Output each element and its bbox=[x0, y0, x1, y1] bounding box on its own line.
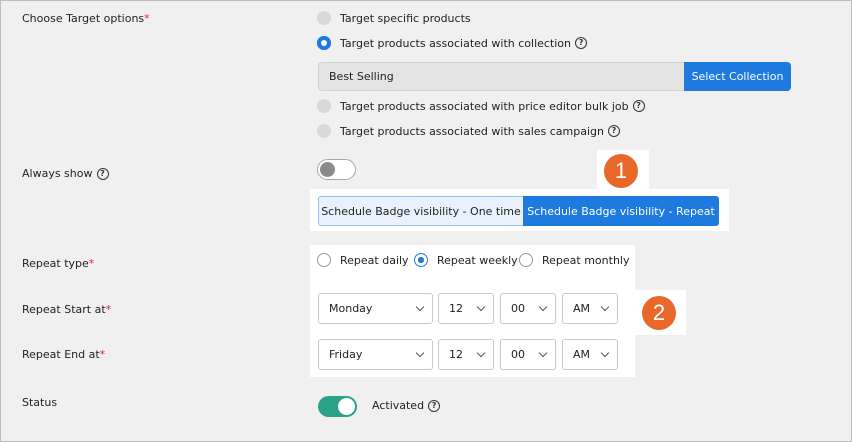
end-minute-select[interactable]: 00 bbox=[500, 339, 556, 370]
required-mark: * bbox=[88, 257, 95, 270]
radio-selected[interactable] bbox=[414, 253, 428, 267]
repeat-start-label: Repeat Start at* bbox=[22, 303, 112, 316]
select-collection-button[interactable]: Select Collection bbox=[684, 62, 791, 91]
radio-unselected[interactable] bbox=[317, 124, 331, 138]
repeat-weekly-option[interactable]: Repeat weekly bbox=[414, 253, 518, 267]
help-icon[interactable]: ? bbox=[428, 400, 441, 412]
end-period-select[interactable]: AM bbox=[562, 339, 618, 370]
status-toggle[interactable] bbox=[318, 396, 357, 417]
chevron-down-icon bbox=[538, 302, 548, 312]
annotation-badge-1: 1 bbox=[604, 154, 638, 188]
repeat-type-label: Repeat type* bbox=[22, 257, 95, 270]
repeat-daily-option[interactable]: Repeat daily bbox=[317, 253, 409, 267]
radio-selected[interactable] bbox=[317, 36, 331, 50]
toggle-knob bbox=[320, 162, 335, 177]
end-hour-select[interactable]: 12 bbox=[438, 339, 494, 370]
option-label: Target products associated with price ed… bbox=[340, 99, 629, 113]
repeat-end-label: Repeat End at* bbox=[22, 348, 106, 361]
start-period-select[interactable]: AM bbox=[562, 293, 618, 324]
end-day-select[interactable]: Friday bbox=[318, 339, 433, 370]
settings-panel: Choose Target options* Target specific p… bbox=[0, 0, 852, 442]
target-option-sales-campaign[interactable]: Target products associated with sales ca… bbox=[317, 124, 620, 138]
required-mark: * bbox=[105, 303, 112, 316]
option-label: Target products associated with collecti… bbox=[340, 36, 572, 50]
radio-unselected[interactable] bbox=[317, 253, 331, 267]
radio-unselected[interactable] bbox=[317, 11, 331, 25]
help-icon[interactable]: ? bbox=[632, 100, 645, 112]
radio-unselected[interactable] bbox=[317, 99, 331, 113]
toggle-knob bbox=[338, 398, 355, 415]
required-mark: * bbox=[144, 12, 150, 25]
start-day-select[interactable]: Monday bbox=[318, 293, 433, 324]
collection-value: Best Selling bbox=[329, 70, 394, 83]
option-label: Repeat monthly bbox=[542, 253, 630, 267]
start-minute-select[interactable]: 00 bbox=[500, 293, 556, 324]
target-options-label: Choose Target options* bbox=[22, 12, 150, 25]
status-label: Status bbox=[22, 396, 58, 409]
help-icon[interactable]: ? bbox=[96, 168, 109, 180]
collection-input[interactable]: Best Selling bbox=[318, 62, 685, 91]
radio-unselected[interactable] bbox=[519, 253, 533, 267]
help-icon[interactable]: ? bbox=[575, 37, 588, 49]
always-show-label: Always show? bbox=[22, 167, 109, 180]
repeat-monthly-option[interactable]: Repeat monthly bbox=[519, 253, 629, 267]
chevron-down-icon bbox=[476, 302, 486, 312]
schedule-one-time-button[interactable]: Schedule Badge visibility - One time bbox=[318, 196, 524, 226]
target-option-collection[interactable]: Target products associated with collecti… bbox=[317, 36, 588, 50]
chevron-down-icon bbox=[415, 302, 425, 312]
start-hour-select[interactable]: 12 bbox=[438, 293, 494, 324]
target-option-specific-products[interactable]: Target specific products bbox=[317, 11, 471, 25]
option-label: Target products associated with sales ca… bbox=[340, 124, 604, 138]
annotation-badge-2: 2 bbox=[642, 296, 676, 330]
help-icon[interactable]: ? bbox=[608, 125, 620, 137]
option-label: Target specific products bbox=[340, 11, 471, 25]
option-label: Repeat weekly bbox=[437, 253, 518, 267]
chevron-down-icon bbox=[538, 348, 548, 358]
schedule-repeat-button[interactable]: Schedule Badge visibility - Repeat bbox=[523, 196, 719, 226]
required-mark: * bbox=[99, 348, 106, 361]
chevron-down-icon bbox=[415, 348, 425, 358]
chevron-down-icon bbox=[476, 348, 486, 358]
always-show-toggle[interactable] bbox=[317, 159, 356, 180]
option-label: Repeat daily bbox=[340, 253, 409, 267]
status-state: Activated? bbox=[372, 399, 441, 412]
chevron-down-icon bbox=[600, 348, 610, 358]
target-option-price-editor[interactable]: Target products associated with price ed… bbox=[317, 99, 645, 113]
chevron-down-icon bbox=[600, 302, 610, 312]
